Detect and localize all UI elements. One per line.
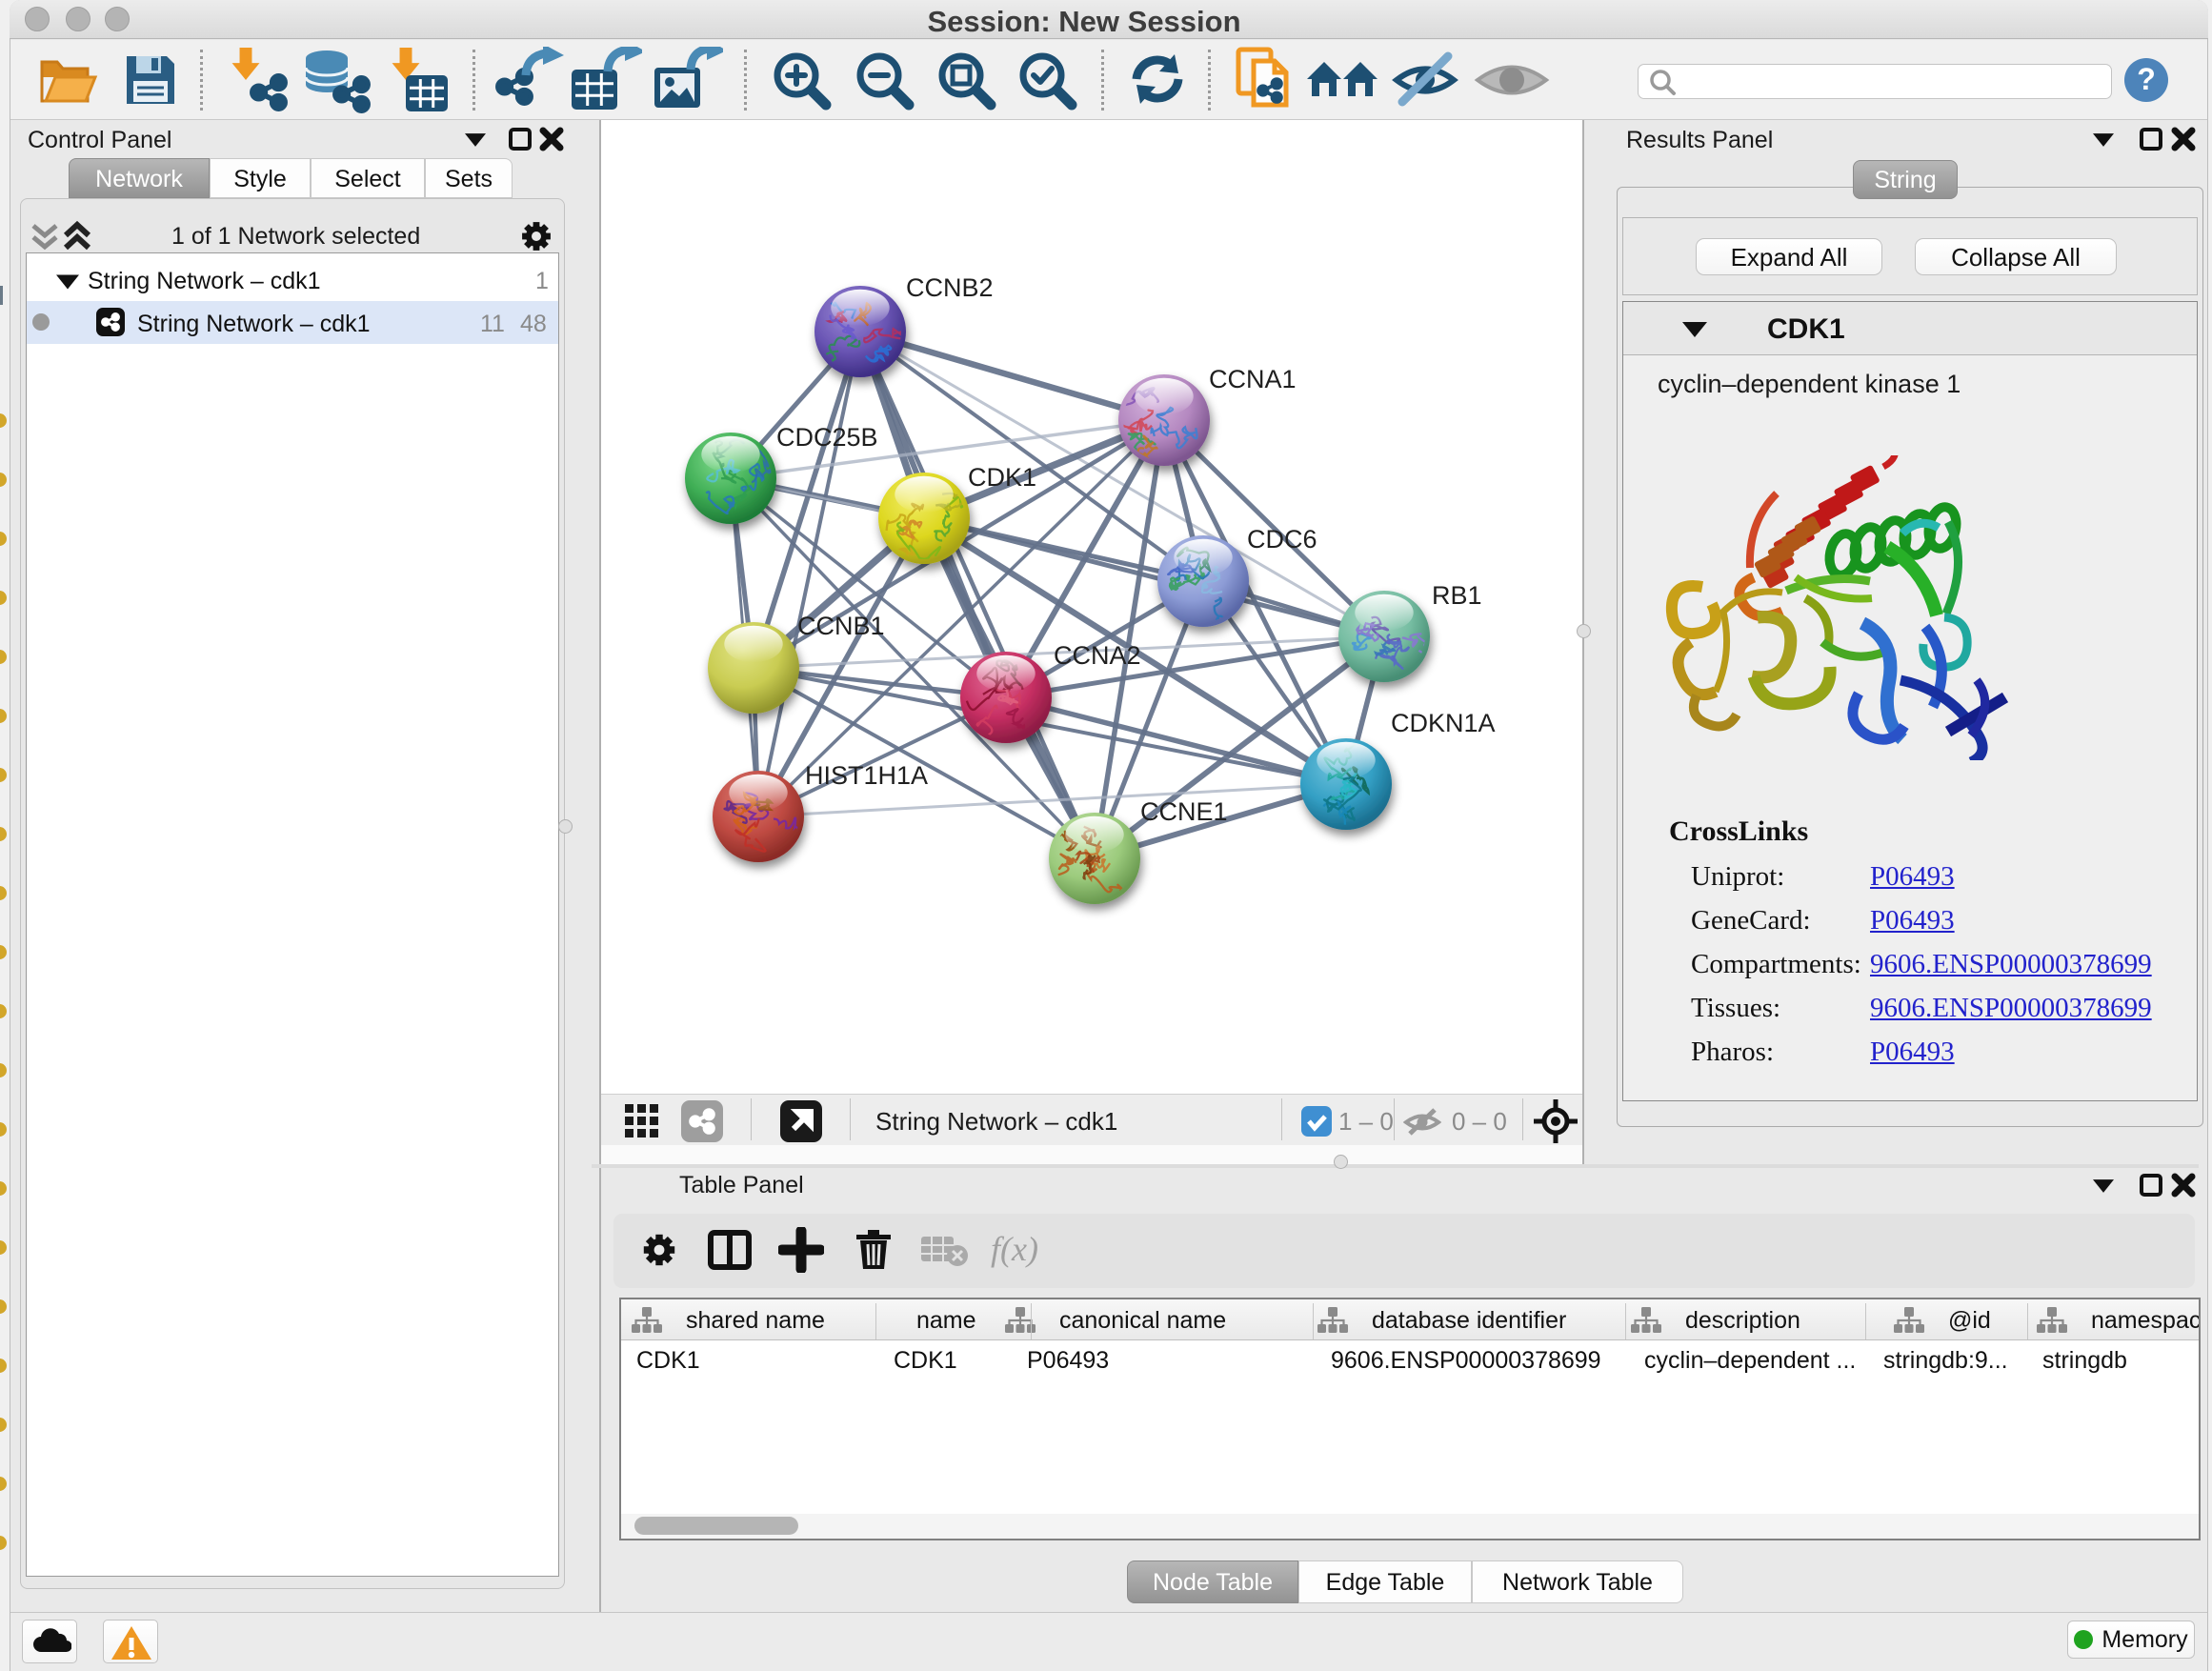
svg-text:CCNB1: CCNB1 bbox=[797, 612, 885, 640]
svg-text:CCNA2: CCNA2 bbox=[1054, 641, 1141, 670]
svg-text:CCNB2: CCNB2 bbox=[906, 273, 994, 302]
svg-text:CDK1: CDK1 bbox=[968, 463, 1036, 492]
svg-text:CDC6: CDC6 bbox=[1247, 525, 1317, 554]
svg-text:CDKN1A: CDKN1A bbox=[1391, 709, 1496, 737]
svg-text:CDC25B: CDC25B bbox=[776, 423, 878, 452]
svg-text:CCNE1: CCNE1 bbox=[1140, 797, 1228, 826]
svg-text:HIST1H1A: HIST1H1A bbox=[805, 761, 928, 790]
svg-text:RB1: RB1 bbox=[1432, 581, 1482, 610]
svg-text:CCNA1: CCNA1 bbox=[1209, 365, 1297, 393]
svg-text:?: ? bbox=[2137, 62, 2156, 96]
